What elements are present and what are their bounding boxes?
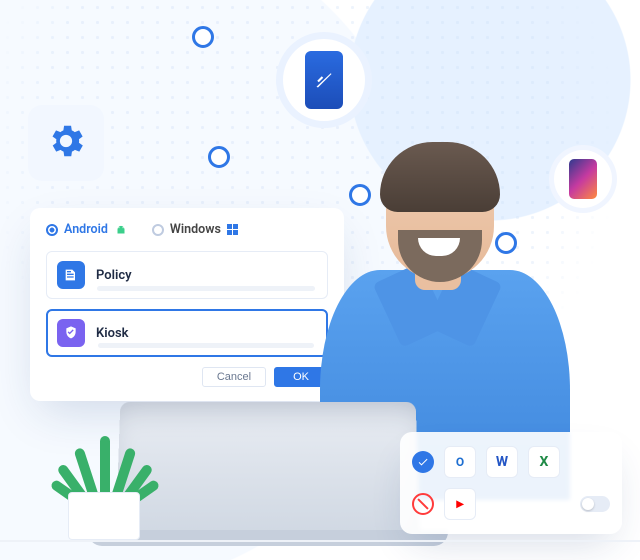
row-label: Policy <box>96 268 132 283</box>
smartphone-icon <box>569 159 597 199</box>
marketing-hero: Android Windows Policy Kiosk <box>0 0 640 560</box>
plant-pot <box>68 492 140 540</box>
laptop-illustration <box>118 400 418 550</box>
os-tabs: Android Windows <box>46 222 328 237</box>
blocked-apps-row: ▸ <box>412 488 610 520</box>
allowed-apps-row: O W X <box>412 446 610 478</box>
row-label: Kiosk <box>96 326 129 341</box>
app-excel-icon[interactable]: X <box>528 446 560 478</box>
gear-icon <box>45 120 87 166</box>
settings-tile <box>28 105 104 181</box>
allow-icon <box>412 451 434 473</box>
radio-icon <box>46 224 58 236</box>
map-node-icon <box>208 146 230 168</box>
app-outlook-icon[interactable]: O <box>444 446 476 478</box>
kiosk-icon <box>57 319 85 347</box>
digital-signage-bubble <box>283 39 365 121</box>
policy-icon <box>57 261 85 289</box>
radio-icon <box>152 224 164 236</box>
progress-track <box>97 286 315 291</box>
signage-device-icon <box>305 51 343 109</box>
block-icon <box>412 493 434 515</box>
desk-line <box>0 540 640 542</box>
smartphone-bubble <box>554 150 612 208</box>
android-icon <box>114 223 128 237</box>
windows-icon <box>227 224 238 235</box>
map-node-icon <box>192 26 214 48</box>
policy-panel: Android Windows Policy Kiosk <box>30 208 344 401</box>
row-kiosk[interactable]: Kiosk <box>46 309 328 357</box>
row-policy[interactable]: Policy <box>46 251 328 299</box>
progress-track <box>98 343 314 348</box>
app-policy-card: O W X ▸ <box>400 432 622 534</box>
map-node-icon <box>349 184 371 206</box>
app-youtube-icon[interactable]: ▸ <box>444 488 476 520</box>
ok-button[interactable]: OK <box>274 367 328 387</box>
map-node-icon <box>495 232 517 254</box>
tab-android[interactable]: Android <box>46 222 128 237</box>
tab-label: Android <box>64 222 108 237</box>
tab-windows[interactable]: Windows <box>152 222 238 237</box>
cancel-button[interactable]: Cancel <box>202 367 266 387</box>
app-toggle[interactable] <box>580 496 610 512</box>
tab-label: Windows <box>170 222 221 237</box>
app-word-icon[interactable]: W <box>486 446 518 478</box>
panel-actions: Cancel OK <box>46 367 328 387</box>
